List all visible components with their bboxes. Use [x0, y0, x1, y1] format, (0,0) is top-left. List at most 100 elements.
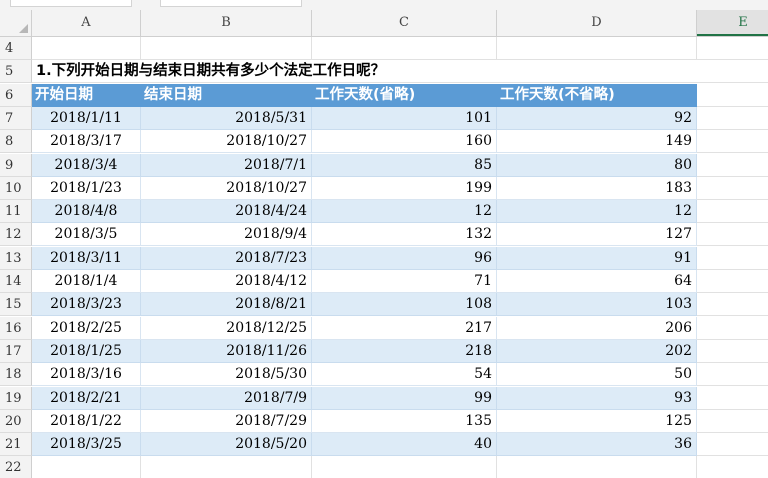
- cell[interactable]: [697, 410, 768, 433]
- start-date-cell[interactable]: 2018/3/25: [32, 433, 141, 457]
- workdays-full-cell[interactable]: 149: [497, 130, 697, 154]
- end-date-cell[interactable]: 2018/4/24: [141, 200, 312, 224]
- row-header[interactable]: 9: [0, 153, 32, 177]
- table-header-cell[interactable]: 开始日期: [32, 83, 141, 107]
- end-date-cell[interactable]: 2018/9/4: [141, 223, 312, 247]
- column-header-c[interactable]: C: [312, 10, 497, 36]
- row-header[interactable]: 19: [0, 386, 32, 410]
- end-date-cell[interactable]: 2018/5/20: [141, 433, 312, 457]
- cell[interactable]: [697, 177, 768, 200]
- cell[interactable]: [697, 37, 768, 60]
- end-date-cell[interactable]: 2018/11/26: [141, 339, 312, 363]
- cell[interactable]: [697, 247, 768, 270]
- row-header[interactable]: 8: [0, 130, 32, 154]
- start-date-cell[interactable]: 2018/2/21: [32, 386, 141, 410]
- workdays-omit-cell[interactable]: 132: [312, 223, 497, 247]
- cell[interactable]: [32, 456, 141, 478]
- cell[interactable]: [697, 130, 768, 154]
- workdays-omit-cell[interactable]: 218: [312, 339, 497, 363]
- end-date-cell[interactable]: 2018/10/27: [141, 176, 312, 200]
- toolbar-tab[interactable]: [160, 0, 302, 7]
- end-date-cell[interactable]: 2018/5/30: [141, 363, 312, 387]
- start-date-cell[interactable]: 2018/3/17: [32, 130, 141, 154]
- workdays-full-cell[interactable]: 36: [497, 433, 697, 457]
- end-date-cell[interactable]: 2018/5/31: [141, 106, 312, 130]
- start-date-cell[interactable]: 2018/4/8: [32, 200, 141, 224]
- cell[interactable]: [697, 293, 768, 317]
- start-date-cell[interactable]: 2018/3/23: [32, 293, 141, 317]
- cell[interactable]: [697, 154, 768, 177]
- start-date-cell[interactable]: 2018/1/25: [32, 339, 141, 363]
- row-header[interactable]: 5: [0, 60, 32, 84]
- cell[interactable]: [697, 433, 768, 457]
- column-header-e[interactable]: E: [697, 10, 768, 36]
- cell[interactable]: [497, 456, 697, 478]
- cell[interactable]: [697, 387, 768, 410]
- cell[interactable]: [697, 60, 768, 84]
- row-header[interactable]: 4: [0, 37, 32, 60]
- row-header[interactable]: 13: [0, 246, 32, 270]
- workdays-omit-cell[interactable]: 40: [312, 433, 497, 457]
- workdays-omit-cell[interactable]: 108: [312, 293, 497, 317]
- start-date-cell[interactable]: 2018/1/23: [32, 176, 141, 200]
- cell[interactable]: [141, 456, 312, 478]
- workdays-omit-cell[interactable]: 12: [312, 200, 497, 224]
- workdays-full-cell[interactable]: 80: [497, 153, 697, 177]
- start-date-cell[interactable]: 2018/3/4: [32, 153, 141, 177]
- workdays-omit-cell[interactable]: 96: [312, 246, 497, 270]
- workdays-omit-cell[interactable]: 199: [312, 176, 497, 200]
- cell[interactable]: [312, 456, 497, 478]
- cell[interactable]: [32, 37, 141, 60]
- end-date-cell[interactable]: 2018/7/1: [141, 153, 312, 177]
- end-date-cell[interactable]: 2018/7/29: [141, 409, 312, 433]
- row-header[interactable]: 17: [0, 339, 32, 363]
- start-date-cell[interactable]: 2018/1/4: [32, 270, 141, 293]
- row-header[interactable]: 10: [0, 176, 32, 200]
- row-header[interactable]: 14: [0, 270, 32, 293]
- workdays-omit-cell[interactable]: 135: [312, 409, 497, 433]
- start-date-cell[interactable]: 2018/3/11: [32, 246, 141, 270]
- end-date-cell[interactable]: 2018/12/25: [141, 316, 312, 340]
- start-date-cell[interactable]: 2018/3/5: [32, 223, 141, 247]
- workdays-full-cell[interactable]: 202: [497, 339, 697, 363]
- workdays-omit-cell[interactable]: 71: [312, 270, 497, 293]
- cell[interactable]: [697, 456, 768, 478]
- cell[interactable]: [697, 200, 768, 224]
- row-header[interactable]: 20: [0, 409, 32, 433]
- workdays-full-cell[interactable]: 50: [497, 363, 697, 387]
- column-header-b[interactable]: B: [141, 10, 312, 36]
- workdays-full-cell[interactable]: 127: [497, 223, 697, 247]
- workdays-omit-cell[interactable]: 99: [312, 386, 497, 410]
- end-date-cell[interactable]: 2018/10/27: [141, 130, 312, 154]
- table-header-cell[interactable]: 工作天数(不省略): [497, 83, 697, 107]
- cell[interactable]: [697, 223, 768, 247]
- start-date-cell[interactable]: 2018/2/25: [32, 316, 141, 340]
- workdays-full-cell[interactable]: 12: [497, 200, 697, 224]
- start-date-cell[interactable]: 2018/1/22: [32, 409, 141, 433]
- cell[interactable]: [697, 107, 768, 130]
- workdays-full-cell[interactable]: 103: [497, 293, 697, 317]
- start-date-cell[interactable]: 2018/1/11: [32, 106, 141, 130]
- workdays-omit-cell[interactable]: 101: [312, 106, 497, 130]
- cell[interactable]: [497, 37, 697, 60]
- cell[interactable]: [697, 317, 768, 340]
- select-all-button[interactable]: [0, 10, 32, 36]
- end-date-cell[interactable]: 2018/7/23: [141, 246, 312, 270]
- workdays-full-cell[interactable]: 64: [497, 270, 697, 293]
- workdays-omit-cell[interactable]: 217: [312, 316, 497, 340]
- workdays-omit-cell[interactable]: 85: [312, 153, 497, 177]
- workdays-full-cell[interactable]: 92: [497, 106, 697, 130]
- end-date-cell[interactable]: 2018/4/12: [141, 270, 312, 293]
- workdays-omit-cell[interactable]: 160: [312, 130, 497, 154]
- cell[interactable]: [697, 363, 768, 387]
- column-header-d[interactable]: D: [497, 10, 697, 36]
- workdays-full-cell[interactable]: 206: [497, 316, 697, 340]
- row-header[interactable]: 11: [0, 200, 32, 224]
- cell[interactable]: [697, 83, 768, 107]
- column-header-a[interactable]: A: [32, 10, 141, 36]
- cell[interactable]: [697, 340, 768, 363]
- toolbar-tab[interactable]: [10, 0, 132, 7]
- row-header[interactable]: 6: [0, 83, 32, 107]
- table-header-cell[interactable]: 结束日期: [141, 83, 312, 107]
- cell[interactable]: [312, 37, 497, 60]
